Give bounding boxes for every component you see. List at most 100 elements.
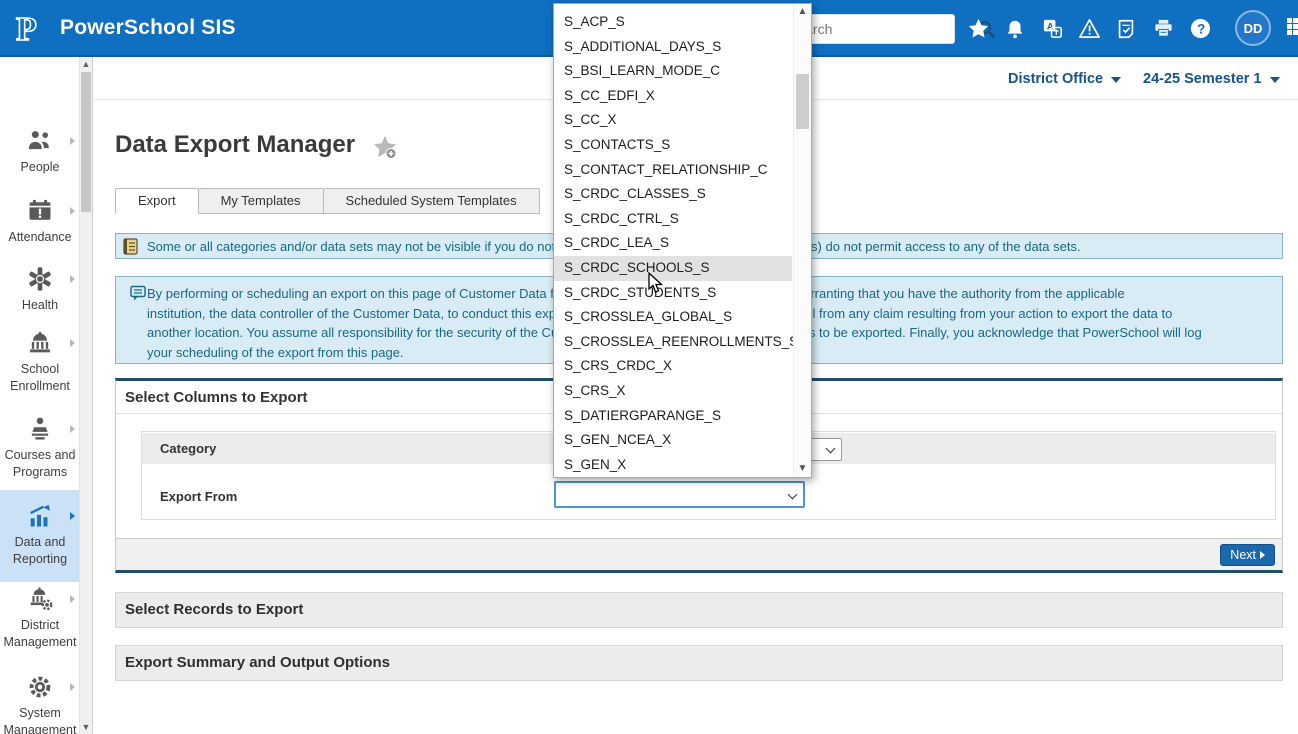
- svg-text:P: P: [16, 11, 37, 47]
- brand-name: PowerSchool SIS: [60, 16, 236, 40]
- dropdown-option[interactable]: S_CRDC_CTRL_S: [554, 207, 792, 232]
- dropdown-option-highlighted[interactable]: S_CRDC_SCHOOLS_S: [554, 256, 792, 281]
- sidebar-item-label: Attendance: [0, 229, 80, 246]
- dropdown-option[interactable]: S_CRDC_CLASSES_S: [554, 182, 792, 207]
- dropdown-option[interactable]: S_CROSSLEA_GLOBAL_S: [554, 305, 792, 330]
- sidebar-item-label: Courses and Programs: [0, 447, 80, 481]
- category-label: Category: [160, 441, 216, 456]
- sidebar-scrollbar[interactable]: ▲ ▼: [79, 57, 92, 734]
- dropdown-option[interactable]: S_CRDC_STUDENTS_S: [554, 281, 792, 306]
- tab-bar: Export My Templates Scheduled System Tem…: [115, 188, 540, 214]
- courses-icon: [26, 415, 54, 443]
- chevron-down-icon: [826, 444, 836, 454]
- print-icon[interactable]: [1151, 17, 1175, 41]
- select-records-section[interactable]: Select Records to Export: [115, 592, 1283, 628]
- sidebar-item-people[interactable]: People: [0, 127, 80, 176]
- dropdown-option[interactable]: S_ACP_S: [554, 10, 792, 35]
- dropdown-scrollbar[interactable]: ▲ ▼: [793, 4, 811, 477]
- sidebar-item-school-enrollment[interactable]: School Enrollment: [0, 329, 80, 395]
- dropdown-option[interactable]: S_CRS_X: [554, 379, 792, 404]
- school-enrollment-icon: [26, 329, 54, 357]
- tab-my-templates[interactable]: My Templates: [199, 188, 324, 214]
- export-summary-section[interactable]: Export Summary and Output Options: [115, 645, 1283, 681]
- apps-grid-icon[interactable]: [1287, 18, 1298, 38]
- chevron-right-icon: [70, 683, 75, 691]
- export-from-label: Export From: [160, 489, 237, 504]
- scroll-up-icon[interactable]: ▲: [794, 4, 811, 20]
- dropdown-option[interactable]: S_DATIERGPARANGE_S: [554, 404, 792, 429]
- brand[interactable]: P PowerSchool SIS: [14, 9, 236, 47]
- export-from-dropdown: S_ACP_S S_ADDITIONAL_DAYS_S S_BSI_LEARN_…: [553, 3, 812, 478]
- arrow-right-icon: [1260, 551, 1265, 559]
- sidebar-item-label: System Management: [0, 705, 80, 734]
- sidebar-item-attendance[interactable]: Attendance: [0, 197, 80, 246]
- attendance-icon: [26, 197, 54, 225]
- sidebar-item-courses-and-programs[interactable]: Courses and Programs: [0, 415, 80, 481]
- favorite-page-star-icon[interactable]: [372, 135, 398, 160]
- scroll-up-icon[interactable]: ▲: [80, 57, 92, 71]
- sidebar-item-label: District Management: [0, 617, 80, 651]
- svg-text:?: ?: [1197, 21, 1205, 36]
- dropdown-option[interactable]: S_CROSSLEA_REENROLLMENTS_S: [554, 330, 792, 355]
- dropdown-option[interactable]: S_CC_X: [554, 108, 792, 133]
- sidebar-item-system-management[interactable]: System Management: [0, 673, 80, 734]
- sidebar-item-label: School Enrollment: [0, 361, 80, 395]
- note-icon: [123, 238, 139, 255]
- sidebar-item-data-and-reporting[interactable]: Data and Reporting: [0, 490, 80, 582]
- chevron-right-icon: [70, 425, 75, 433]
- dropdown-options: S_ACP_S S_ADDITIONAL_DAYS_S S_BSI_LEARN_…: [554, 10, 792, 477]
- dropdown-option[interactable]: S_CRS_CRDC_X: [554, 354, 792, 379]
- scroll-down-icon[interactable]: ▼: [794, 461, 811, 477]
- comment-icon: [130, 285, 146, 302]
- user-avatar[interactable]: DD: [1235, 10, 1271, 46]
- dropdown-option[interactable]: S_CC_EDFI_X: [554, 84, 792, 109]
- tasks-clipboard-icon[interactable]: [1114, 17, 1138, 41]
- chevron-right-icon: [70, 137, 75, 145]
- page-title: Data Export Manager: [115, 131, 355, 159]
- powerschool-app: P PowerSchool SIS: [0, 0, 1298, 734]
- chevron-down-icon: [1111, 77, 1121, 83]
- sidebar-item-district-management[interactable]: District Management: [0, 585, 80, 651]
- scrollbar-thumb[interactable]: [796, 74, 809, 129]
- data-reporting-icon: [26, 502, 54, 530]
- dropdown-option[interactable]: S_GEN_NCEA_X: [554, 428, 792, 453]
- panel-footer: Next: [116, 538, 1282, 570]
- scrollbar-thumb[interactable]: [81, 72, 91, 212]
- dropdown-option[interactable]: S_ADDITIONAL_DAYS_S: [554, 35, 792, 60]
- next-button[interactable]: Next: [1220, 544, 1275, 566]
- school-selector-label: District Office: [1008, 71, 1103, 87]
- dropdown-option[interactable]: S_CONTACTS_S: [554, 133, 792, 158]
- sidebar-item-label: Data and Reporting: [0, 534, 80, 568]
- notifications-bell-icon[interactable]: [1003, 17, 1027, 41]
- dropdown-option[interactable]: S_CONTACT_RELATIONSHIP_C: [554, 158, 792, 183]
- sidebar-item-label: People: [0, 159, 80, 176]
- term-selector[interactable]: 24-25 Semester 1: [1143, 71, 1280, 87]
- chevron-right-icon: [70, 595, 75, 603]
- chevron-right-icon: [70, 207, 75, 215]
- dropdown-option[interactable]: S_BSI_LEARN_MODE_C: [554, 59, 792, 84]
- sidebar-item-label: Health: [0, 297, 80, 314]
- chevron-down-icon: [1270, 77, 1280, 83]
- export-from-select[interactable]: [554, 481, 805, 508]
- district-management-icon: [26, 585, 54, 613]
- sidebar-item-health[interactable]: Health: [0, 265, 80, 314]
- school-selector[interactable]: District Office: [1008, 71, 1121, 87]
- chevron-right-icon: [70, 275, 75, 283]
- tab-export[interactable]: Export: [115, 188, 199, 214]
- mouse-cursor: [648, 272, 664, 294]
- health-icon: [26, 265, 54, 293]
- dropdown-option[interactable]: S_GEN_X: [554, 453, 792, 478]
- scroll-down-icon[interactable]: ▼: [80, 720, 92, 734]
- translate-icon[interactable]: A: [1040, 17, 1064, 41]
- chevron-right-icon: [70, 339, 75, 347]
- alerts-warning-icon[interactable]: [1077, 17, 1101, 41]
- tab-scheduled-system-templates[interactable]: Scheduled System Templates: [324, 188, 540, 214]
- dropdown-option[interactable]: S_CRDC_LEA_S: [554, 231, 792, 256]
- favorites-star-icon[interactable]: [966, 17, 990, 41]
- main-sidebar: People Attendance Health: [0, 57, 93, 734]
- chevron-right-icon: [70, 512, 75, 520]
- people-icon: [26, 127, 54, 155]
- term-selector-label: 24-25 Semester 1: [1143, 71, 1262, 87]
- help-icon[interactable]: ?: [1188, 17, 1212, 41]
- powerschool-logo-icon: P: [14, 9, 50, 47]
